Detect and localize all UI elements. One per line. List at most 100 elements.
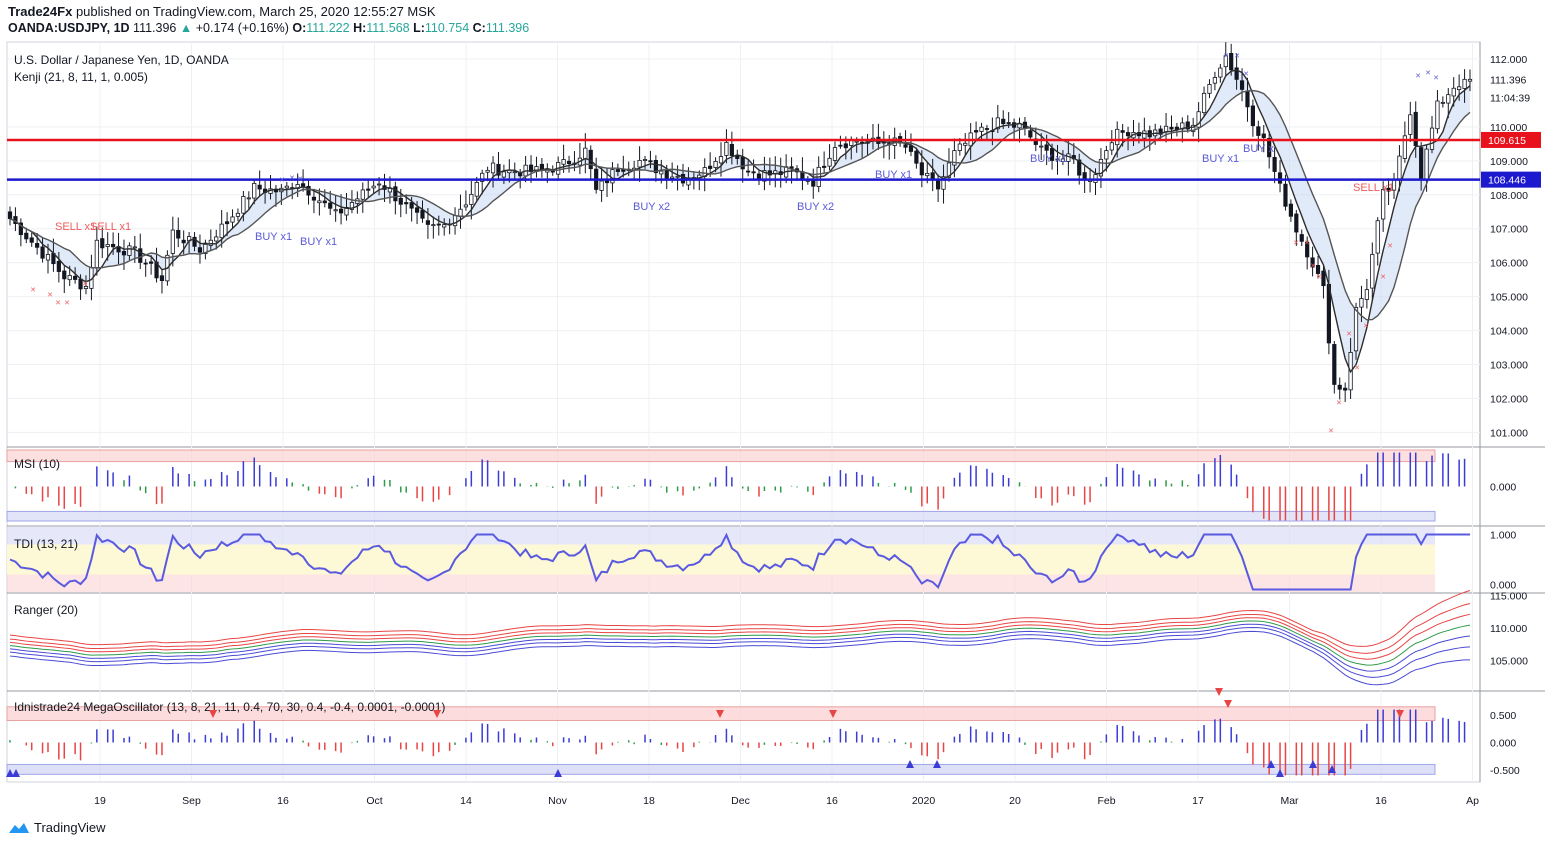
y-tick-label: 104.000 xyxy=(1490,326,1528,338)
candle-body xyxy=(230,216,235,223)
candle-body xyxy=(1424,148,1429,180)
candle-body xyxy=(1212,77,1218,84)
candle-body xyxy=(1321,270,1326,287)
y-tick-label: 102.000 xyxy=(1490,393,1528,405)
candle-body xyxy=(1277,172,1283,184)
countdown-label: 11:04:39 xyxy=(1490,92,1530,104)
candle-body xyxy=(62,270,67,280)
buy-star-marker: ✕ xyxy=(289,175,295,182)
candle-body xyxy=(35,243,40,248)
buy-star-marker: ✕ xyxy=(1433,75,1439,82)
candle-body xyxy=(642,159,648,161)
candle-body xyxy=(111,243,116,248)
candle-body xyxy=(599,180,604,191)
candle-body xyxy=(45,254,51,261)
candle-body xyxy=(512,171,517,174)
candle-body xyxy=(73,275,78,280)
candle-body xyxy=(1446,94,1451,104)
candle-body xyxy=(1125,132,1131,137)
candle-body xyxy=(561,159,566,165)
candle-body xyxy=(149,261,154,264)
x-tick-label: 16 xyxy=(826,795,838,807)
candle-body xyxy=(24,232,29,240)
candle-body xyxy=(328,202,333,209)
candle-body xyxy=(1109,142,1114,151)
candle-body xyxy=(273,189,279,193)
level-label: 108.446 xyxy=(1488,175,1526,187)
buy-star-marker: ✕ xyxy=(1415,73,1421,80)
candle-body xyxy=(490,162,496,174)
candle-body xyxy=(127,245,132,256)
candle-body xyxy=(637,159,642,168)
candle-body xyxy=(474,181,479,197)
candle-body xyxy=(431,224,436,227)
y-tick-label: 101.000 xyxy=(1490,427,1528,439)
y-tick-label: 0.500 xyxy=(1490,710,1516,722)
x-tick-label: 16 xyxy=(277,795,289,807)
candle-body xyxy=(914,150,919,164)
candle-body xyxy=(409,202,414,209)
y-tick-label: 105.000 xyxy=(1490,292,1528,304)
candle-body xyxy=(252,183,257,199)
candle-body xyxy=(1283,183,1288,207)
chart-canvas[interactable]: 112.000 110.000 109.000 108.000 107.000 106.0… xyxy=(0,0,1550,849)
signal-label: BUY x1 xyxy=(300,236,337,248)
sell-star-marker: ✕ xyxy=(1310,263,1316,270)
candle-body xyxy=(235,212,241,217)
candle-body xyxy=(724,141,729,156)
candle-body xyxy=(1370,253,1375,289)
tdi-title: TDI (13, 21) xyxy=(14,537,78,551)
candle-body xyxy=(1343,387,1348,391)
x-tick-label: Ap xyxy=(1466,795,1479,807)
x-tick-label: Feb xyxy=(1097,795,1115,807)
candle-body xyxy=(746,170,751,173)
candle-body xyxy=(404,202,409,205)
candle-body xyxy=(40,246,45,259)
x-tick-label: Sep xyxy=(182,795,201,807)
candle-body xyxy=(713,161,718,168)
candle-body xyxy=(1115,128,1120,146)
candle-body xyxy=(822,165,827,168)
candle-body xyxy=(284,185,289,189)
candle-body xyxy=(919,162,924,176)
candle-body xyxy=(621,169,626,172)
candle-body xyxy=(452,215,458,227)
candle-body xyxy=(1408,114,1413,135)
candle-body xyxy=(1039,145,1044,148)
candle-body xyxy=(94,239,99,269)
candle-body xyxy=(979,126,984,132)
buy-star-marker: ✕ xyxy=(1223,53,1229,60)
candle-body xyxy=(1419,147,1424,180)
candle-body xyxy=(485,169,490,173)
candle-body xyxy=(225,221,230,225)
x-tick-label: 2020 xyxy=(912,795,936,807)
candle-body xyxy=(425,220,431,225)
candle-body xyxy=(463,204,469,208)
y-tick-label: 1.000 xyxy=(1490,530,1516,542)
candle-body xyxy=(1207,84,1212,94)
x-tick-label: 19 xyxy=(94,795,106,807)
x-tick-label: 20 xyxy=(1009,795,1021,807)
candle-body xyxy=(208,239,213,246)
candle-body xyxy=(176,229,181,239)
indicator-label: Kenji (21, 8, 11, 1, 0.005) xyxy=(14,70,148,84)
candle-body xyxy=(257,184,262,190)
candle-body xyxy=(610,169,615,184)
candle-body xyxy=(930,172,935,180)
candle-body xyxy=(751,171,756,174)
candle-body xyxy=(1201,92,1207,114)
chart-title: U.S. Dollar / Japanese Yen, 1D, OANDA xyxy=(14,53,229,67)
y-tick-label: 115.000 xyxy=(1490,590,1527,602)
candle-body xyxy=(311,196,317,201)
candle-body xyxy=(1229,52,1234,71)
candle-body xyxy=(1337,384,1342,390)
signal-label: BUY x1 xyxy=(255,231,292,243)
candle-body xyxy=(420,209,425,219)
candle-body xyxy=(333,209,338,212)
candle-body xyxy=(1120,130,1125,133)
tradingview-branding[interactable]: TradingView xyxy=(8,820,106,835)
candle-body xyxy=(838,144,843,147)
candle-body xyxy=(670,176,675,179)
candle-body xyxy=(664,170,669,179)
candle-body xyxy=(1457,86,1462,90)
